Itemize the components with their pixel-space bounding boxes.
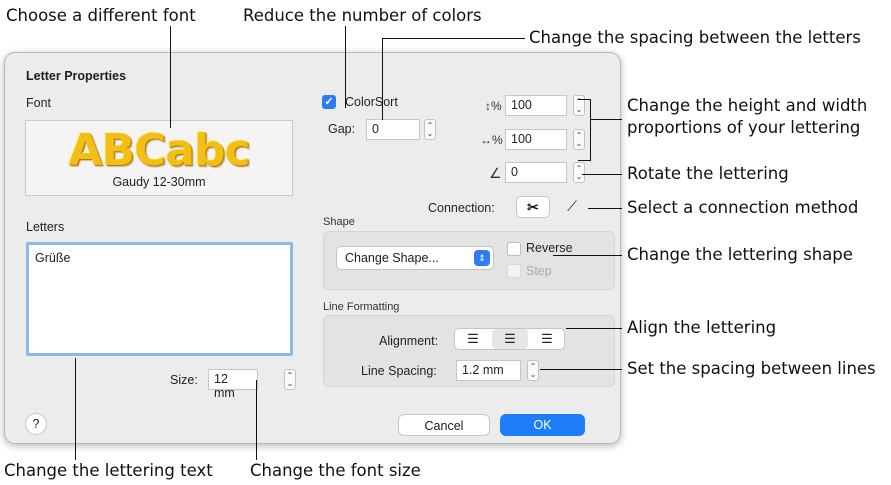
connection-label: Connection:: [428, 201, 495, 215]
connection-jump-button[interactable]: ✂: [516, 196, 550, 218]
reverse-checkbox[interactable]: [507, 242, 521, 256]
letters-text: Grüße: [35, 251, 71, 265]
font-name: Gaudy 12-30mm: [112, 175, 206, 189]
alignment-label: Alignment:: [379, 334, 439, 348]
callout-spacing: Change the spacing between the letters: [529, 28, 861, 47]
leader-connection: [588, 208, 622, 209]
width-field[interactable]: 100: [505, 129, 567, 150]
leader-spacing-h: [382, 38, 525, 39]
line-spacing-label: Line Spacing:: [361, 364, 437, 378]
callout-text: Change the lettering text: [4, 461, 213, 480]
step-label: Step: [526, 264, 552, 278]
gap-field[interactable]: 0: [366, 119, 420, 140]
leader-rotate: [582, 174, 622, 175]
reverse-label: Reverse: [526, 241, 573, 255]
gap-stepper[interactable]: ⌃ ⌄: [424, 119, 436, 140]
leader-shape: [553, 255, 622, 256]
align-center-icon: ☰: [504, 331, 516, 346]
callout-align: Align the lettering: [627, 318, 777, 337]
height-field[interactable]: 100: [505, 95, 567, 116]
align-right-button[interactable]: ☰: [529, 329, 565, 349]
line-spacing-field[interactable]: 1.2 mm: [456, 360, 521, 381]
callout-proportions-1: Change the height and width: [627, 96, 868, 115]
callout-line-spacing: Set the spacing between lines: [627, 359, 876, 378]
width-stepper[interactable]: ⌃ ⌄: [573, 129, 585, 150]
shape-popup[interactable]: Change Shape... ⇕: [336, 246, 494, 270]
letters-textarea[interactable]: Grüße: [26, 242, 293, 356]
colorsort-checkbox[interactable]: ✓: [322, 95, 336, 109]
size-label: Size:: [170, 373, 198, 387]
callout-size: Change the font size: [250, 461, 421, 480]
cancel-button[interactable]: Cancel: [398, 414, 490, 436]
callout-connection: Select a connection method: [627, 198, 859, 217]
callout-shape: Change the lettering shape: [627, 245, 853, 264]
callout-font: Choose a different font: [6, 6, 196, 25]
leader-spacing-v: [382, 38, 383, 120]
callout-colors: Reduce the number of colors: [243, 6, 482, 25]
ok-button[interactable]: OK: [500, 414, 585, 436]
rotate-field[interactable]: 0: [505, 162, 567, 183]
callout-proportions-2: proportions of your lettering: [627, 118, 861, 137]
step-checkbox: [507, 264, 521, 278]
scissors-icon: ✂: [527, 199, 539, 215]
leader-colors: [345, 26, 346, 108]
line-formatting-label: Line Formatting: [323, 301, 400, 313]
height-percent-icon: ↕%: [485, 99, 502, 113]
size-stepper[interactable]: ⌃ ⌄: [284, 369, 296, 390]
gap-label: Gap:: [328, 122, 356, 136]
leader-size: [256, 380, 257, 460]
leader-font: [170, 26, 171, 128]
chevron-updown-icon: ⇕: [474, 250, 490, 266]
font-preview[interactable]: ABCabc Gaudy 12-30mm: [25, 120, 293, 196]
leader-proportions-h: [590, 119, 622, 120]
angle-icon: ∠: [489, 165, 502, 181]
font-label: Font: [26, 96, 52, 110]
width-percent-icon: ↔%: [480, 133, 503, 147]
shape-label: Shape: [323, 216, 355, 228]
alignment-segmented-control: ☰ ☰ ☰: [454, 328, 565, 350]
diagonal-line-icon: ⟋: [567, 198, 577, 214]
line-spacing-stepper[interactable]: ⌃ ⌄: [527, 360, 539, 381]
leader-align: [566, 328, 622, 329]
colorsort-label: ColorSort: [345, 95, 398, 109]
rotate-stepper[interactable]: ⌃ ⌄: [573, 162, 585, 183]
align-left-icon: ☰: [467, 331, 479, 346]
align-left-button[interactable]: ☰: [455, 329, 491, 349]
connection-line-button[interactable]: ⟋: [558, 196, 586, 218]
callout-rotate: Rotate the lettering: [627, 164, 789, 183]
letter-properties-dialog: Letter Properties Font ABCabc Gaudy 12-3…: [4, 52, 621, 444]
leader-text: [75, 358, 76, 460]
dialog-title: Letter Properties: [26, 69, 127, 83]
leader-proportions-v: [590, 99, 591, 161]
size-field[interactable]: 12 mm: [208, 369, 258, 400]
letters-label: Letters: [26, 220, 65, 234]
leader-line-spacing: [540, 369, 622, 370]
align-center-button[interactable]: ☰: [492, 329, 528, 349]
help-button[interactable]: ?: [25, 413, 47, 435]
leader-proportions-bottom: [578, 160, 591, 161]
font-preview-sample: ABCabc: [68, 125, 250, 176]
align-right-icon: ☰: [541, 331, 553, 346]
shape-popup-label: Change Shape...: [345, 251, 439, 265]
